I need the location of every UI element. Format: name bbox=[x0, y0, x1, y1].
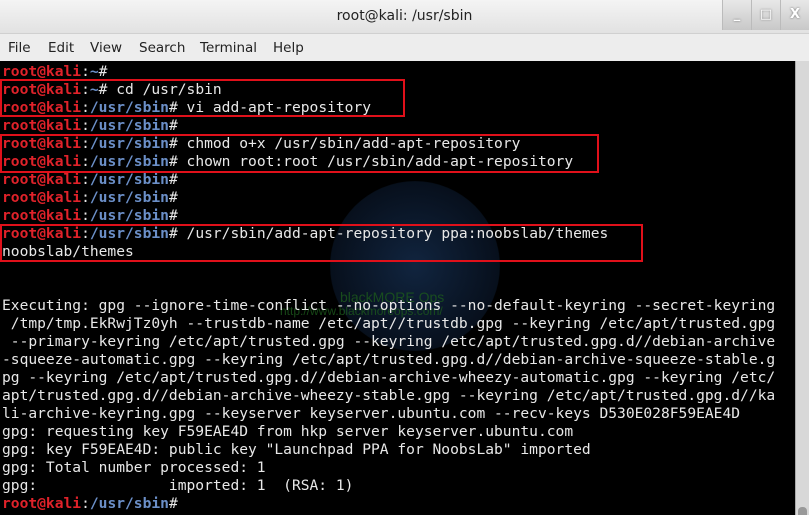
prompt-user: root@kali bbox=[2, 117, 82, 134]
prompt-symbol: # bbox=[168, 207, 178, 224]
prompt-path: ~ bbox=[89, 63, 99, 80]
terminal-line: apt/trusted.gpg.d//debian-archive-wheezy… bbox=[2, 387, 775, 405]
prompt-user: root@kali bbox=[2, 63, 82, 80]
prompt-user: root@kali bbox=[2, 207, 82, 224]
scrollbar-thumb[interactable] bbox=[798, 507, 807, 515]
prompt-symbol: # bbox=[168, 495, 178, 512]
terminal-line: root@kali:/usr/sbin# bbox=[2, 117, 178, 135]
prompt-separator: : bbox=[81, 207, 90, 224]
prompt-symbol: # bbox=[168, 171, 178, 188]
output-text: -squeeze-automatic.gpg --keyring /etc/ap… bbox=[2, 351, 776, 368]
terminal-output[interactable]: blackMORE Ops http://www.blackmoreops.co… bbox=[0, 61, 795, 515]
highlight-box-cd-vi bbox=[0, 79, 405, 117]
menu-help[interactable]: Help bbox=[273, 40, 304, 56]
prompt-symbol: # bbox=[168, 189, 178, 206]
prompt-path: /usr/sbin bbox=[89, 171, 169, 188]
output-text: --primary-keyring /etc/apt/trusted.gpg -… bbox=[2, 333, 776, 350]
prompt-path: /usr/sbin bbox=[89, 207, 169, 224]
terminal-line: root@kali:/usr/sbin# bbox=[2, 495, 178, 513]
prompt-path: /usr/sbin bbox=[89, 495, 169, 512]
prompt-separator: : bbox=[81, 63, 90, 80]
terminal-line: --primary-keyring /etc/apt/trusted.gpg -… bbox=[2, 333, 775, 351]
terminal-line: Executing: gpg --ignore-time-conflict --… bbox=[2, 297, 775, 315]
terminal-line: root@kali:/usr/sbin# bbox=[2, 207, 178, 225]
scrollbar[interactable] bbox=[795, 61, 809, 515]
title-bar: root@kali: /usr/sbin _ □ X bbox=[0, 0, 809, 34]
prompt-separator: : bbox=[81, 189, 90, 206]
output-text: apt/trusted.gpg.d//debian-archive-wheezy… bbox=[2, 387, 776, 404]
output-text: gpg: imported: 1 (RSA: 1) bbox=[2, 477, 354, 494]
maximize-button[interactable]: □ bbox=[751, 0, 780, 30]
prompt-path: /usr/sbin bbox=[89, 117, 169, 134]
prompt-symbol: # bbox=[98, 63, 108, 80]
output-text: pg --keyring /etc/apt/trusted.gpg.d//deb… bbox=[2, 369, 776, 386]
terminal-line: gpg: requesting key F59EAE4D from hkp se… bbox=[2, 423, 573, 441]
terminal-line: li-archive-keyring.gpg --keyserver keyse… bbox=[2, 405, 740, 423]
menu-edit[interactable]: Edit bbox=[48, 40, 74, 56]
menu-search[interactable]: Search bbox=[139, 40, 185, 56]
output-text: gpg: key F59EAE4D: public key "Launchpad… bbox=[2, 441, 591, 458]
terminal-line: pg --keyring /etc/apt/trusted.gpg.d//deb… bbox=[2, 369, 775, 387]
minimize-button[interactable]: _ bbox=[722, 0, 751, 30]
terminal-line: root@kali:/usr/sbin# bbox=[2, 189, 178, 207]
terminal-line: /tmp/tmp.EkRwjTz0yh --trustdb-name /etc/… bbox=[2, 315, 775, 333]
terminal-line: -squeeze-automatic.gpg --keyring /etc/ap… bbox=[2, 351, 775, 369]
output-text: li-archive-keyring.gpg --keyserver keyse… bbox=[2, 405, 741, 422]
output-text: gpg: requesting key F59EAE4D from hkp se… bbox=[2, 423, 574, 440]
close-button[interactable]: X bbox=[780, 0, 809, 30]
highlight-box-chmod-chown bbox=[0, 134, 599, 173]
prompt-separator: : bbox=[81, 117, 90, 134]
output-text: /tmp/tmp.EkRwjTz0yh --trustdb-name /etc/… bbox=[2, 315, 776, 332]
menu-view[interactable]: View bbox=[90, 40, 122, 56]
prompt-user: root@kali bbox=[2, 495, 82, 512]
prompt-separator: : bbox=[81, 495, 90, 512]
prompt-user: root@kali bbox=[2, 171, 82, 188]
prompt-path: /usr/sbin bbox=[89, 189, 169, 206]
menu-bar: File Edit View Search Terminal Help bbox=[0, 34, 809, 61]
prompt-symbol: # bbox=[168, 117, 178, 134]
menu-terminal[interactable]: Terminal bbox=[200, 40, 257, 56]
highlight-box-add-apt bbox=[0, 224, 643, 262]
prompt-separator: : bbox=[81, 171, 90, 188]
prompt-user: root@kali bbox=[2, 189, 82, 206]
terminal-line: gpg: key F59EAE4D: public key "Launchpad… bbox=[2, 441, 591, 459]
output-text: Executing: gpg --ignore-time-conflict --… bbox=[2, 297, 776, 314]
terminal-line: root@kali:/usr/sbin# bbox=[2, 171, 178, 189]
menu-file[interactable]: File bbox=[8, 40, 31, 56]
terminal-line: gpg: imported: 1 (RSA: 1) bbox=[2, 477, 353, 495]
terminal-line: gpg: Total number processed: 1 bbox=[2, 459, 266, 477]
window-title: root@kali: /usr/sbin bbox=[336, 8, 473, 24]
output-text: gpg: Total number processed: 1 bbox=[2, 459, 266, 476]
